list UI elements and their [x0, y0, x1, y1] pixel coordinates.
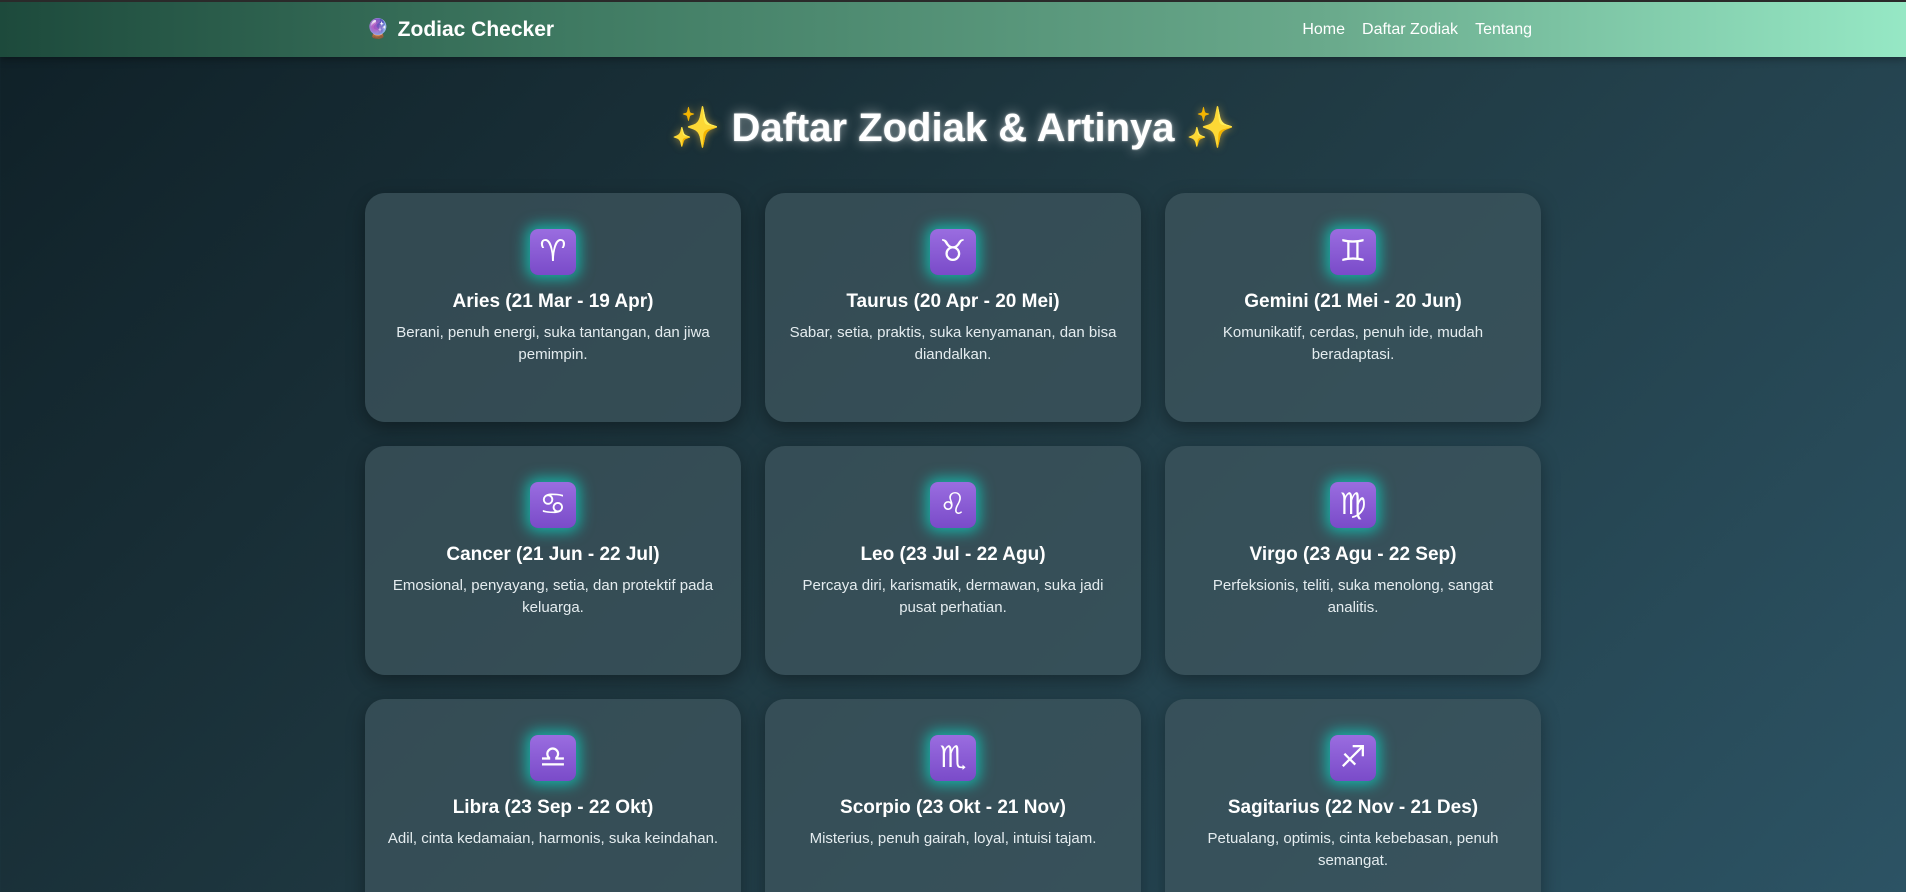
sparkle-icon: ✨ [670, 106, 721, 150]
zodiac-card-description: Berani, penuh energi, suka tantangan, da… [396, 324, 710, 363]
virgo-icon: ♍ [1330, 482, 1376, 528]
zodiac-grid: ♈ Aries (21 Mar - 19 Apr) Berani, penuh … [365, 193, 1541, 892]
zodiac-card-title: Libra (23 Sep - 22 Okt) [452, 797, 654, 818]
zodiac-card-title: Scorpio (23 Okt - 21 Nov) [840, 797, 1066, 818]
zodiac-card-sagittarius: ♐ Sagitarius (22 Nov - 21 Des) Petualang… [1165, 699, 1541, 892]
zodiac-card-description: Adil, cinta kedamaian, harmonis, suka ke… [387, 830, 719, 847]
leo-icon: ♌ [930, 482, 976, 528]
zodiac-card-leo: ♌ Leo (23 Jul - 22 Agu) Percaya diri, ka… [765, 446, 1141, 675]
zodiac-card-scorpio: ♏ Scorpio (23 Okt - 21 Nov) Misterius, p… [765, 699, 1141, 892]
brand-name: Zodiac Checker [397, 17, 555, 41]
crystal-ball-icon: 🔮 [366, 19, 390, 40]
zodiac-card-title: Leo (23 Jul - 22 Agu) [860, 544, 1046, 565]
zodiac-card-description: Komunikatif, cerdas, penuh ide, mudah be… [1222, 324, 1484, 363]
zodiac-card-libra: ♎ Libra (23 Sep - 22 Okt) Adil, cinta ke… [365, 699, 741, 892]
zodiac-card-title: Taurus (20 Apr - 20 Mei) [846, 291, 1060, 312]
nav-link-home[interactable]: Home [1302, 21, 1345, 39]
gemini-icon: ♊ [1330, 229, 1376, 275]
taurus-icon: ♉ [930, 229, 976, 275]
navbar: 🔮 Zodiac Checker Home Daftar Zodiak Tent… [0, 0, 1906, 57]
cancer-icon: ♋ [530, 482, 576, 528]
nav-links: Home Daftar Zodiak Tentang [1302, 21, 1532, 39]
zodiac-card-title: Aries (21 Mar - 19 Apr) [452, 291, 654, 312]
page-title: ✨ Daftar Zodiak & Artinya ✨ [0, 104, 1906, 151]
page-title-text: Daftar Zodiak & Artinya [731, 106, 1175, 150]
zodiac-card-gemini: ♊ Gemini (21 Mei - 20 Jun) Komunikatif, … [1165, 193, 1541, 422]
scorpio-icon: ♏ [930, 735, 976, 781]
zodiac-card-virgo: ♍ Virgo (23 Agu - 22 Sep) Perfeksionis, … [1165, 446, 1541, 675]
navbar-inner: 🔮 Zodiac Checker Home Daftar Zodiak Tent… [366, 2, 1532, 57]
nav-link-daftar-zodiak[interactable]: Daftar Zodiak [1362, 21, 1458, 39]
zodiac-card-aries: ♈ Aries (21 Mar - 19 Apr) Berani, penuh … [365, 193, 741, 422]
nav-link-tentang[interactable]: Tentang [1475, 21, 1532, 39]
zodiac-card-taurus: ♉ Taurus (20 Apr - 20 Mei) Sabar, setia,… [765, 193, 1141, 422]
zodiac-card-description: Percaya diri, karismatik, dermawan, suka… [802, 577, 1104, 616]
zodiac-card-title: Virgo (23 Agu - 22 Sep) [1249, 544, 1457, 565]
zodiac-card-description: Emosional, penyayang, setia, dan protekt… [392, 577, 714, 616]
zodiac-card-title: Cancer (21 Jun - 22 Jul) [446, 544, 660, 565]
libra-icon: ♎ [530, 735, 576, 781]
zodiac-card-description: Sabar, setia, praktis, suka kenyamanan, … [789, 324, 1117, 363]
zodiac-card-title: Sagitarius (22 Nov - 21 Des) [1227, 797, 1479, 818]
aries-icon: ♈ [530, 229, 576, 275]
sparkle-icon: ✨ [1185, 106, 1236, 150]
zodiac-card-description: Petualang, optimis, cinta kebebasan, pen… [1207, 830, 1499, 869]
zodiac-card-cancer: ♋ Cancer (21 Jun - 22 Jul) Emosional, pe… [365, 446, 741, 675]
zodiac-card-title: Gemini (21 Mei - 20 Jun) [1244, 291, 1462, 312]
zodiac-card-description: Perfeksionis, teliti, suka menolong, san… [1212, 577, 1494, 616]
zodiac-card-description: Misterius, penuh gairah, loyal, intuisi … [809, 830, 1097, 847]
sagittarius-icon: ♐ [1330, 735, 1376, 781]
brand-link[interactable]: 🔮 Zodiac Checker [366, 18, 554, 42]
